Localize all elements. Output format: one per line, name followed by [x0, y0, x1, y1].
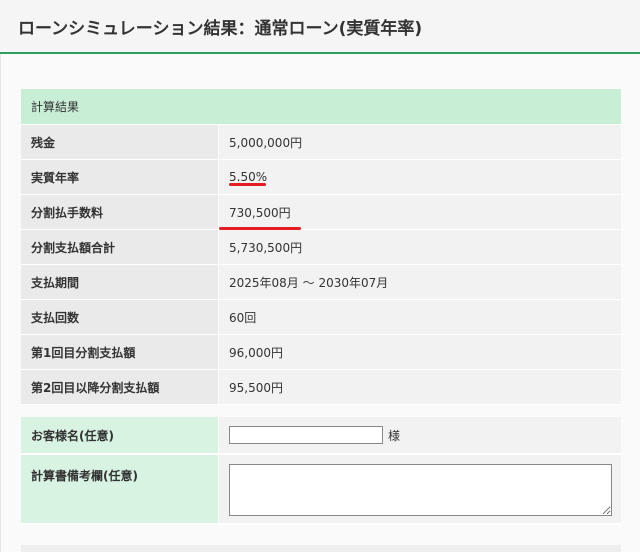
row-value: 5,000,000円 [219, 125, 621, 160]
rate-red-underline [229, 183, 266, 186]
input-form-table: お客様名(任意) 様 計算書備考欄(任意) [21, 417, 621, 525]
row-label: 残金 [21, 125, 219, 160]
row-label: 第2回目以降分割支払額 [21, 370, 219, 405]
honorific-suffix: 様 [388, 428, 401, 443]
row-value: 730,500円 [219, 195, 621, 230]
result-header-label: 計算結果 [21, 89, 621, 125]
customer-name-label: お客様名(任意) [21, 417, 219, 455]
table-row-first-installment: 第1回目分割支払額 96,000円 [21, 335, 621, 370]
row-label: 支払期間 [21, 265, 219, 300]
row-value: 96,000円 [219, 335, 621, 370]
table-row-installment-fee: 分割払手数料 730,500円 [21, 195, 621, 230]
remarks-textarea[interactable] [229, 464, 612, 516]
fee-red-underline [219, 227, 301, 230]
table-row-payment-count: 支払回数 60回 [21, 300, 621, 335]
row-label: 分割払手数料 [21, 195, 219, 230]
row-value: 2025年08月 ～ 2030年07月 [219, 265, 621, 300]
row-label: 実質年率 [21, 160, 219, 195]
row-label: 支払回数 [21, 300, 219, 335]
row-label: 分割支払額合計 [21, 230, 219, 265]
table-row-payment-period: 支払期間 2025年08月 ～ 2030年07月 [21, 265, 621, 300]
remarks-label: 計算書備考欄(任意) [21, 455, 219, 525]
page-title: ローンシミュレーション結果：通常ローン(実質年率) [18, 19, 423, 39]
next-section-edge [21, 545, 621, 552]
row-value: 60回 [219, 300, 621, 335]
row-value: 5,730,500円 [219, 230, 621, 265]
table-row-annual-rate: 実質年率 5.50% [21, 160, 621, 195]
page-header: ローンシミュレーション結果：通常ローン(実質年率) [0, 0, 640, 54]
result-table-header: 計算結果 [21, 89, 621, 125]
table-row-subsequent-installment: 第2回目以降分割支払額 95,500円 [21, 370, 621, 405]
form-row-customer-name: お客様名(任意) 様 [21, 417, 621, 455]
result-table: 計算結果 残金 5,000,000円 実質年率 5.50% 分割払手数料 730… [21, 89, 621, 405]
table-row-total-payment: 分割支払額合計 5,730,500円 [21, 230, 621, 265]
row-value: 5.50% [219, 160, 621, 195]
row-label: 第1回目分割支払額 [21, 335, 219, 370]
customer-name-input[interactable] [229, 426, 383, 444]
row-value: 95,500円 [219, 370, 621, 405]
form-row-remarks: 計算書備考欄(任意) [21, 455, 621, 525]
table-row-remaining-balance: 残金 5,000,000円 [21, 125, 621, 160]
